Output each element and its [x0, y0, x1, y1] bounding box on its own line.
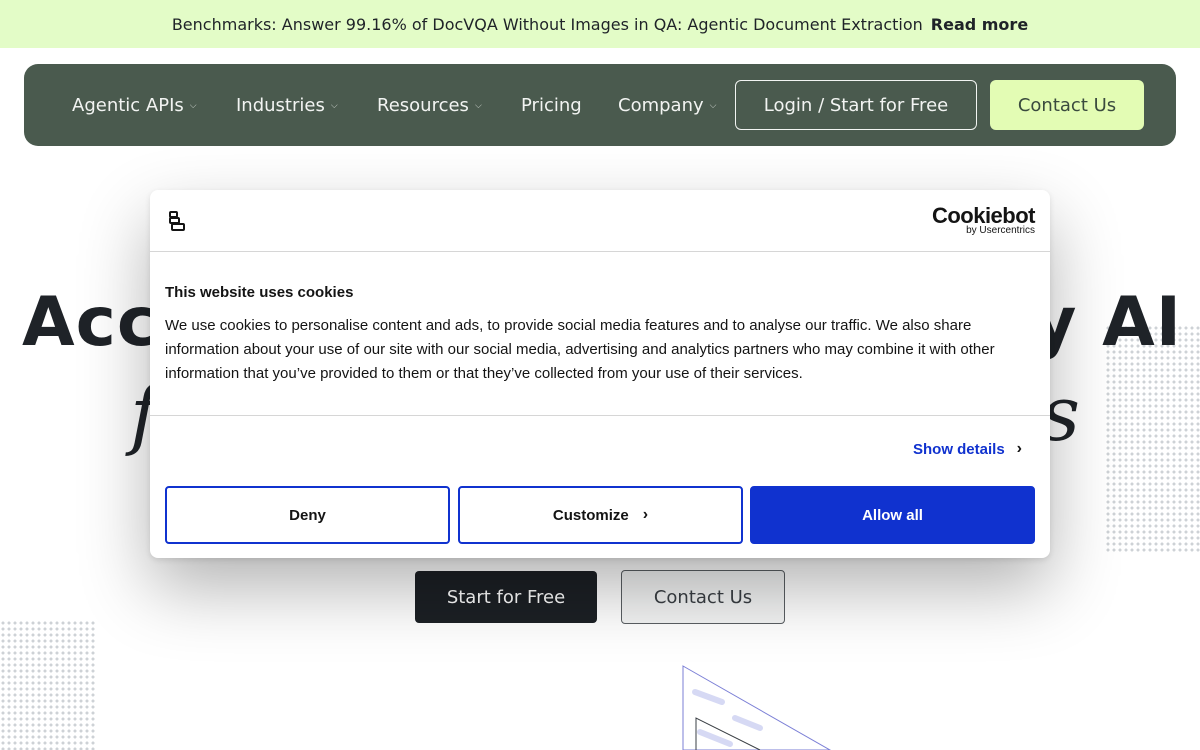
- announcement-text: Benchmarks: Answer 99.16% of DocVQA With…: [171, 14, 923, 34]
- document-illustration: [682, 665, 832, 750]
- show-details-label: Show details: [912, 440, 1005, 458]
- cookiebot-logo[interactable]: Cookiebot by Usercentrics: [932, 204, 1036, 236]
- deny-button[interactable]: Deny: [165, 486, 450, 544]
- nav-item-label: Company: [618, 94, 704, 116]
- chevron-down-icon: ⌵: [709, 101, 717, 111]
- chevron-down-icon: ⌵: [330, 101, 338, 111]
- customize-button[interactable]: Customize ›: [458, 486, 743, 544]
- nav-item-label: Agentic APIs: [72, 94, 184, 116]
- nav-item-industries[interactable]: Industries ⌵: [236, 64, 338, 146]
- divider: [150, 415, 1050, 416]
- chevron-right-icon: ›: [1016, 440, 1022, 457]
- chevron-down-icon: ⌵: [189, 101, 197, 111]
- nav-item-label: Resources: [377, 94, 469, 116]
- deny-label: Deny: [289, 506, 326, 524]
- nav-item-company[interactable]: Company ⌵: [618, 64, 716, 146]
- allow-all-button[interactable]: Allow all: [750, 486, 1035, 544]
- cookie-consent-dialog: Cookiebot by Usercentrics This website u…: [150, 190, 1050, 558]
- customize-label: Customize: [552, 506, 629, 524]
- hero-title-right: y AI: [1032, 282, 1182, 362]
- hero-start-button[interactable]: Start for Free: [415, 571, 597, 623]
- chevron-right-icon: ›: [642, 506, 649, 523]
- nav-item-label: Pricing: [521, 94, 582, 116]
- login-button[interactable]: Login / Start for Free: [735, 80, 977, 130]
- main-nav: Agentic APIs ⌵ Industries ⌵ Resources ⌵ …: [24, 64, 1176, 146]
- dot-pattern-decoration: [0, 620, 95, 750]
- nav-item-agentic-apis[interactable]: Agentic APIs ⌵: [72, 64, 197, 146]
- nav-item-resources[interactable]: Resources ⌵: [377, 64, 482, 146]
- nav-item-label: Industries: [236, 94, 325, 116]
- announcement-read-more-link[interactable]: Read more: [931, 15, 1028, 34]
- nav-contact-button[interactable]: Contact Us: [990, 80, 1144, 130]
- show-details-link[interactable]: Show details ›: [913, 440, 1022, 458]
- hero-contact-button[interactable]: Contact Us: [621, 570, 785, 624]
- cookie-dialog-title: This website uses cookies: [165, 284, 354, 301]
- site-logo-icon: [169, 211, 185, 231]
- cookie-dialog-header: Cookiebot by Usercentrics: [150, 190, 1050, 252]
- hero-title-left: Acc: [22, 282, 159, 362]
- chevron-down-icon: ⌵: [474, 101, 482, 111]
- cookie-dialog-body: We use cookies to personalise content an…: [165, 317, 995, 382]
- nav-item-pricing[interactable]: Pricing: [521, 64, 582, 146]
- allow-all-label: Allow all: [862, 506, 923, 524]
- announcement-bar: Benchmarks: Answer 99.16% of DocVQA With…: [0, 0, 1200, 48]
